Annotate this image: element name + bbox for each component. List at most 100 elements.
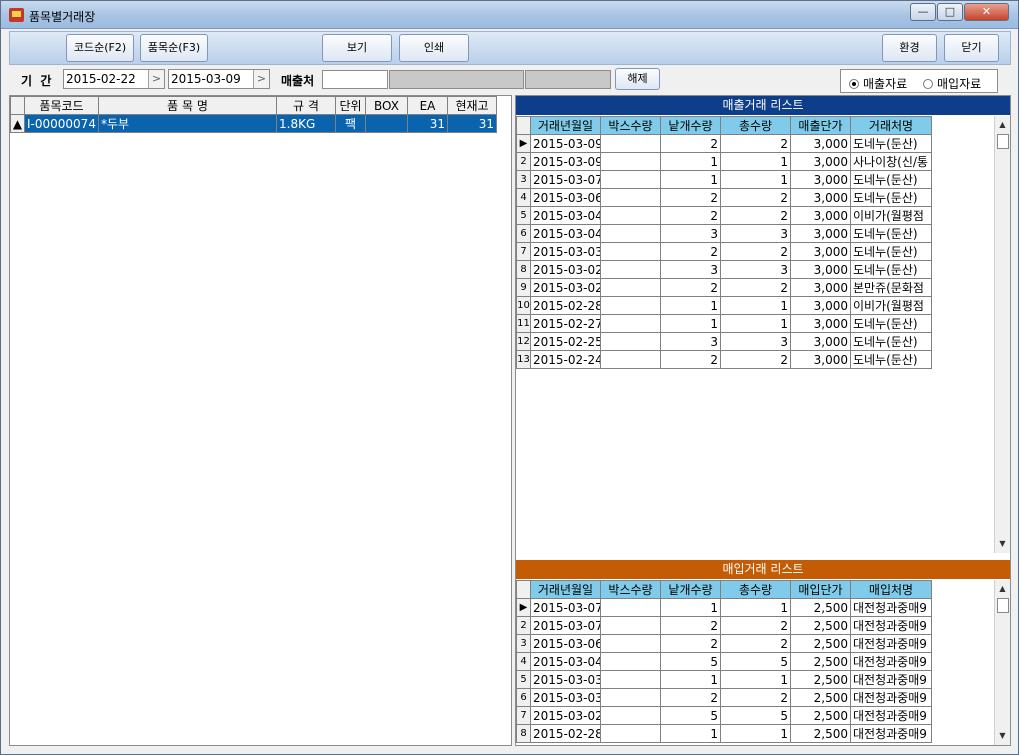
cell-unit-qty[interactable]: 2 — [660, 350, 721, 369]
cell-partner[interactable]: 도네누(둔산) — [850, 350, 932, 369]
column-header[interactable]: 낱개수량 — [660, 580, 721, 599]
column-header[interactable]: 거래년월일 — [530, 580, 601, 599]
table-row[interactable]: 11 2015-02-27 1 1 3,000 도네누(둔산) — [516, 314, 932, 333]
cell-unit-price[interactable]: 3,000 — [790, 206, 851, 225]
cell-box-qty[interactable] — [600, 350, 661, 369]
scroll-up-icon[interactable]: ▲ — [995, 582, 1010, 596]
table-row[interactable]: 6 2015-03-04 3 3 3,000 도네누(둔산) — [516, 224, 932, 243]
cell-box-qty[interactable] — [600, 688, 661, 707]
cell-partner[interactable]: 대전청과중매9 — [850, 724, 932, 743]
minimize-button[interactable]: — — [910, 3, 936, 21]
cell-date[interactable]: 2015-02-27 — [530, 314, 601, 333]
cell-partner[interactable]: 대전청과중매9 — [850, 688, 932, 707]
purchase-scrollbar[interactable]: ▲ ▼ — [994, 580, 1010, 745]
customer-code-input[interactable] — [322, 70, 388, 89]
cell-total-qty[interactable]: 3 — [720, 224, 791, 243]
cell-box-qty[interactable] — [600, 224, 661, 243]
cell-total-qty[interactable]: 2 — [720, 688, 791, 707]
cell-code[interactable]: I-00000074 — [24, 114, 99, 133]
cell-total-qty[interactable]: 2 — [720, 278, 791, 297]
cell-unit-price[interactable]: 2,500 — [790, 706, 851, 725]
scroll-up-icon[interactable]: ▲ — [995, 118, 1010, 132]
cell-unit-qty[interactable]: 3 — [660, 260, 721, 279]
radio-purchase[interactable]: 매입자료 — [923, 75, 981, 92]
table-row[interactable]: 7 2015-03-02 5 5 2,500 대전청과중매9 — [516, 706, 932, 725]
cell-total-qty[interactable]: 1 — [720, 724, 791, 743]
cell-date[interactable]: 2015-03-07 — [530, 598, 601, 617]
cell-unit-price[interactable]: 3,000 — [790, 260, 851, 279]
cell-total-qty[interactable]: 2 — [720, 206, 791, 225]
cell-date[interactable]: 2015-03-06 — [530, 634, 601, 653]
scroll-thumb[interactable] — [997, 598, 1009, 613]
cell-unit-price[interactable]: 3,000 — [790, 152, 851, 171]
table-row[interactable]: 12 2015-02-25 3 3 3,000 도네누(둔산) — [516, 332, 932, 351]
cell-date[interactable]: 2015-03-04 — [530, 652, 601, 671]
column-header[interactable]: 매입단가 — [790, 580, 851, 599]
cell-unit-price[interactable]: 3,000 — [790, 278, 851, 297]
cell-partner[interactable]: 대전청과중매9 — [850, 652, 932, 671]
table-row[interactable]: 3 2015-03-06 2 2 2,500 대전청과중매9 — [516, 634, 932, 653]
cell-box-qty[interactable] — [600, 724, 661, 743]
cell-partner[interactable]: 본만쥬(문화점 — [850, 278, 932, 297]
cell-box-qty[interactable] — [600, 332, 661, 351]
close-button[interactable]: 닫기 — [944, 34, 999, 62]
cell-total-qty[interactable]: 1 — [720, 670, 791, 689]
cell-unit-price[interactable]: 3,000 — [790, 134, 851, 153]
cell-unit-qty[interactable]: 1 — [660, 170, 721, 189]
cell-unit-qty[interactable]: 2 — [660, 634, 721, 653]
cell-box-qty[interactable] — [600, 206, 661, 225]
cell-partner[interactable]: 도네누(둔산) — [850, 170, 932, 189]
cell-box-qty[interactable] — [600, 652, 661, 671]
column-header[interactable]: 낱개수량 — [660, 116, 721, 135]
table-row[interactable]: 4 2015-03-04 5 5 2,500 대전청과중매9 — [516, 652, 932, 671]
cell-unit-price[interactable]: 2,500 — [790, 634, 851, 653]
cell-partner[interactable]: 도네누(둔산) — [850, 188, 932, 207]
cell-unit-price[interactable]: 2,500 — [790, 670, 851, 689]
column-header[interactable]: 거래년월일 — [530, 116, 601, 135]
cell-total-qty[interactable]: 1 — [720, 296, 791, 315]
cell-unit-qty[interactable]: 2 — [660, 134, 721, 153]
column-header[interactable]: 매출단가 — [790, 116, 851, 135]
column-header[interactable]: 박스수량 — [600, 580, 661, 599]
cell-box-qty[interactable] — [600, 634, 661, 653]
cell-unit-price[interactable]: 3,000 — [790, 314, 851, 333]
table-row[interactable]: 2 2015-03-09 1 1 3,000 사나이창(신/통 — [516, 152, 932, 171]
cell-unit-price[interactable]: 3,000 — [790, 296, 851, 315]
item-sort-button[interactable]: 품목순(F3) — [140, 34, 208, 62]
cell-partner[interactable]: 도네누(둔산) — [850, 314, 932, 333]
cell-unit-price[interactable]: 2,500 — [790, 652, 851, 671]
cell-partner[interactable]: 도네누(둔산) — [850, 332, 932, 351]
maximize-button[interactable]: □ — [937, 3, 963, 21]
cell-date[interactable]: 2015-03-04 — [530, 224, 601, 243]
cell-box-qty[interactable] — [600, 670, 661, 689]
cell-unit-qty[interactable]: 2 — [660, 242, 721, 261]
cell-date[interactable]: 2015-02-28 — [530, 296, 601, 315]
cell-unit-qty[interactable]: 1 — [660, 670, 721, 689]
table-row[interactable]: ▲ I-00000074 *두부 1.8KG 팩 31 31 — [10, 114, 497, 133]
scroll-down-icon[interactable]: ▼ — [995, 537, 1010, 551]
column-header[interactable]: 거래처명 — [850, 116, 932, 135]
cell-unit-price[interactable]: 3,000 — [790, 350, 851, 369]
cell-unit-price[interactable]: 3,000 — [790, 188, 851, 207]
cell-partner[interactable]: 도네누(둔산) — [850, 260, 932, 279]
cell-total-qty[interactable]: 1 — [720, 598, 791, 617]
cell-unit-qty[interactable]: 3 — [660, 332, 721, 351]
cell-name[interactable]: *두부 — [98, 114, 277, 133]
cell-date[interactable]: 2015-02-28 — [530, 724, 601, 743]
cell-partner[interactable]: 대전청과중매9 — [850, 706, 932, 725]
table-row[interactable]: 10 2015-02-28 1 1 3,000 이비가(월평점 — [516, 296, 932, 315]
cell-box-qty[interactable] — [600, 314, 661, 333]
cell-spec[interactable]: 1.8KG — [276, 114, 336, 133]
cell-partner[interactable]: 사나이창(신/통 — [850, 152, 932, 171]
chevron-right-icon[interactable]: > — [253, 70, 269, 88]
cell-partner[interactable]: 이비가(월평점 — [850, 206, 932, 225]
cell-date[interactable]: 2015-03-02 — [530, 278, 601, 297]
cell-date[interactable]: 2015-03-07 — [530, 170, 601, 189]
cell-ea[interactable]: 31 — [407, 114, 448, 133]
cell-total-qty[interactable]: 2 — [720, 188, 791, 207]
cell-date[interactable]: 2015-03-09 — [530, 134, 601, 153]
table-row[interactable]: 5 2015-03-04 2 2 3,000 이비가(월평점 — [516, 206, 932, 225]
cell-total-qty[interactable]: 3 — [720, 260, 791, 279]
print-button[interactable]: 인쇄 — [399, 34, 469, 62]
date-to-field[interactable]: 2015-03-09 > — [168, 69, 270, 89]
